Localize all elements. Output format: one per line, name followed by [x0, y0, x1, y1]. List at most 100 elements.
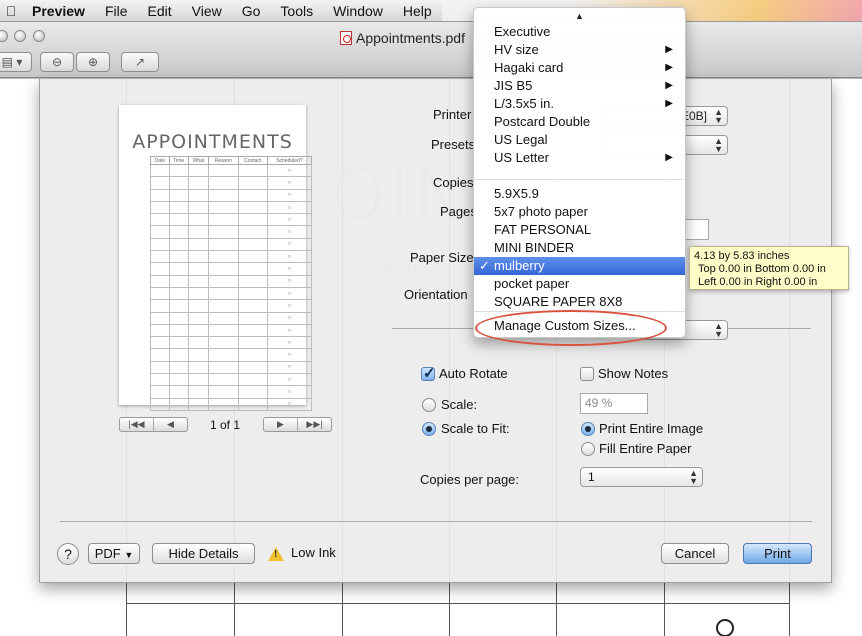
preview-table-cell	[168, 397, 189, 411]
preview-table-row: ○	[150, 200, 313, 215]
preview-table-cell	[168, 373, 189, 387]
footer-divider	[60, 521, 812, 522]
show-notes-checkbox[interactable]	[580, 367, 594, 381]
preview-table-cell	[168, 225, 189, 239]
first-page-icon[interactable]: |◀◀	[120, 418, 153, 431]
scroll-up-icon[interactable]: ▲	[474, 8, 685, 24]
menu-view[interactable]: View	[182, 0, 232, 21]
preview-table-cell	[168, 237, 189, 252]
paper-size-label: Paper Size	[410, 250, 474, 265]
preview-table-cell	[187, 163, 210, 178]
paper-size-item[interactable]: pocket paper	[474, 275, 685, 293]
menu-file[interactable]: File	[95, 0, 138, 21]
paper-size-item[interactable]: Hagaki card ▶	[474, 59, 685, 77]
preview-table-cell	[168, 360, 189, 375]
preview-table-cell	[187, 373, 210, 387]
manage-custom-sizes-item[interactable]: Manage Custom Sizes...	[474, 317, 685, 335]
preview-title: APPOINTMENTS	[132, 131, 293, 153]
menu-go[interactable]: Go	[232, 0, 271, 21]
preview-table-cell	[208, 237, 239, 252]
paper-size-item-label: US Legal	[494, 132, 548, 147]
paper-size-item[interactable]: Executive	[474, 23, 685, 41]
scale-to-fit-label: Scale to Fit:	[441, 421, 510, 436]
scale-field[interactable]: 49 %	[580, 393, 648, 414]
print-button[interactable]: Print	[743, 543, 812, 564]
print-entire-image-radio[interactable]	[581, 422, 595, 436]
scale-to-fit-radio[interactable]	[422, 422, 436, 436]
copies-per-page-value: 1	[588, 470, 595, 484]
last-page-icon[interactable]: ▶▶|	[297, 418, 331, 431]
minimize-window-icon[interactable]	[14, 30, 26, 42]
preview-table-cell: ○	[266, 385, 313, 399]
previous-page-icon[interactable]: ◀	[153, 418, 187, 431]
paper-size-item[interactable]: US Letter ▶	[474, 149, 685, 167]
preview-table-cell	[208, 213, 239, 227]
zoom-out-icon[interactable]: ⊖	[40, 52, 74, 72]
preview-table-row: ○	[150, 360, 313, 375]
preview-table-cell: ○	[266, 250, 313, 264]
paper-size-item-label: US Letter	[494, 150, 549, 165]
zoom-in-icon[interactable]: ⊕	[76, 52, 110, 72]
pager-forward: ▶ ▶▶|	[263, 417, 332, 432]
help-button[interactable]: ?	[57, 543, 79, 565]
close-window-icon[interactable]	[0, 30, 8, 42]
paper-size-item-label: pocket paper	[494, 276, 570, 291]
preview-table-cell	[150, 274, 170, 288]
warning-icon	[268, 547, 284, 561]
preview-table-cell	[187, 360, 210, 375]
menu-edit[interactable]: Edit	[138, 0, 182, 21]
paper-size-item[interactable]: 5.9X5.9	[474, 185, 685, 203]
preview-table-cell	[237, 274, 268, 288]
menu-app-preview[interactable]: Preview	[22, 0, 95, 21]
preview-table-cell	[187, 213, 210, 227]
preview-table-row: ○	[150, 286, 313, 301]
preview-table-row: ○	[150, 348, 313, 362]
preview-table-row: ○	[150, 225, 313, 239]
preview-table-cell	[150, 163, 170, 178]
paper-size-item[interactable]: Postcard Double	[474, 113, 685, 131]
preview-table-cell: ○	[266, 200, 313, 215]
paper-size-item[interactable]: FAT PERSONAL	[474, 221, 685, 239]
pdf-menu-button[interactable]: PDF ▼	[88, 543, 140, 564]
preview-table-cell	[187, 385, 210, 399]
paper-size-item[interactable]: HV size ▶	[474, 41, 685, 59]
zoom-window-icon[interactable]	[33, 30, 45, 42]
view-mode-icon[interactable]: ▤ ▾	[0, 52, 32, 72]
submenu-arrow-icon: ▶	[665, 80, 673, 91]
print-entire-image-label: Print Entire Image	[599, 421, 704, 436]
share-icon[interactable]: ↗	[121, 52, 159, 72]
preview-table-cell	[208, 176, 239, 190]
apple-menu-icon[interactable]: 	[0, 3, 22, 19]
preview-table-cell	[237, 397, 268, 411]
paper-size-item[interactable]: 5x7 photo paper	[474, 203, 685, 221]
menu-tools[interactable]: Tools	[270, 0, 323, 21]
preview-table-cell: ○	[266, 336, 313, 350]
fill-entire-paper-radio[interactable]	[581, 442, 595, 456]
scale-radio[interactable]	[422, 398, 436, 412]
preview-table-row: ○	[150, 323, 313, 338]
preview-table-row: ○	[150, 213, 313, 227]
paper-size-item[interactable]: SQUARE PAPER 8X8	[474, 293, 685, 311]
preview-table-cell	[150, 360, 170, 375]
auto-rotate-checkbox[interactable]	[421, 364, 436, 382]
preview-table-cell	[187, 262, 210, 276]
paper-size-item[interactable]: JIS B5 ▶	[474, 77, 685, 95]
paper-size-item[interactable]: L/3.5x5 in. ▶	[474, 95, 685, 113]
preview-table-cell	[168, 188, 189, 202]
next-page-icon[interactable]: ▶	[264, 418, 297, 431]
menu-help[interactable]: Help	[393, 0, 442, 21]
paper-size-item[interactable]: MINI BINDER	[474, 239, 685, 257]
preview-table-cell	[208, 188, 239, 202]
menu-window[interactable]: Window	[323, 0, 393, 21]
preview-table-cell	[237, 225, 268, 239]
preview-table-row: ○	[150, 176, 313, 190]
paper-size-item[interactable]: ✓ mulberry	[474, 257, 685, 275]
low-ink-label[interactable]: Low Ink	[291, 545, 336, 560]
paper-size-item[interactable]: US Legal	[474, 131, 685, 149]
preview-table-cell	[168, 299, 189, 313]
preview-table-cell: ○	[266, 274, 313, 288]
chevron-down-icon: ▼	[124, 550, 134, 560]
copies-per-page-popup[interactable]: 1 ▲ ▼	[580, 467, 703, 487]
hide-details-button[interactable]: Hide Details	[152, 543, 255, 564]
cancel-button[interactable]: Cancel	[661, 543, 729, 564]
